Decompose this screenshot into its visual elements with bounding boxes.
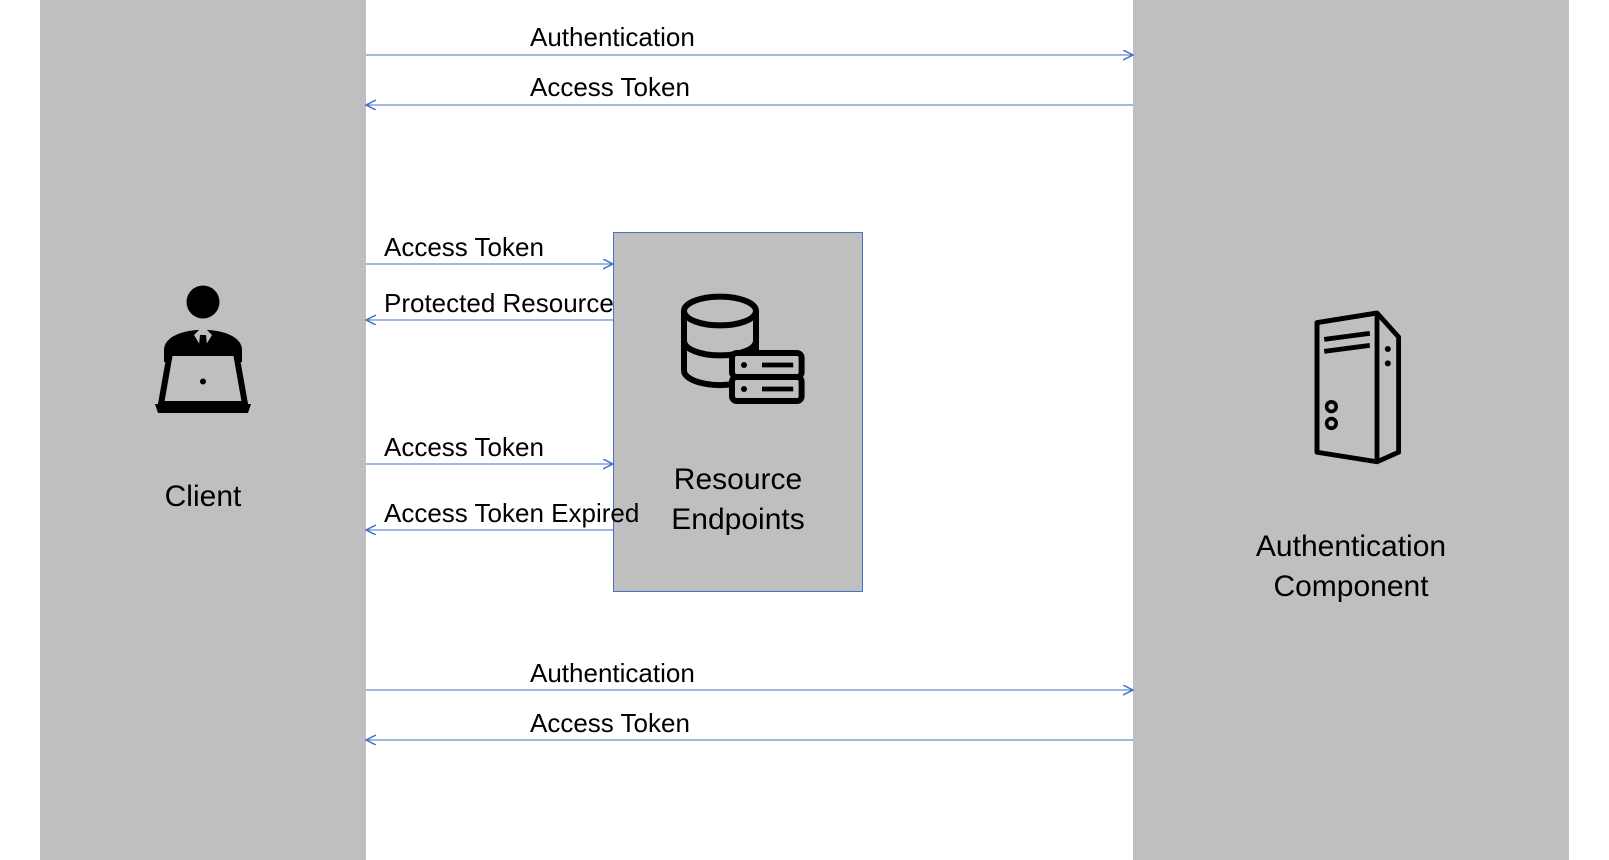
diagram-stage: Client Authentication Component [0, 0, 1609, 860]
arrows-layer [0, 0, 1609, 860]
arrow-label-access-token-1: Access Token [530, 72, 690, 103]
arrow-label-protected-resource: Protected Resource [384, 288, 614, 319]
arrow-label-authentication-1: Authentication [530, 22, 695, 53]
arrow-label-access-token-3: Access Token [384, 432, 544, 463]
arrow-label-authentication-2: Authentication [530, 658, 695, 689]
arrow-label-access-token-4: Access Token [530, 708, 690, 739]
arrow-label-access-token-2: Access Token [384, 232, 544, 263]
arrow-label-access-token-expired: Access Token Expired [384, 498, 639, 529]
